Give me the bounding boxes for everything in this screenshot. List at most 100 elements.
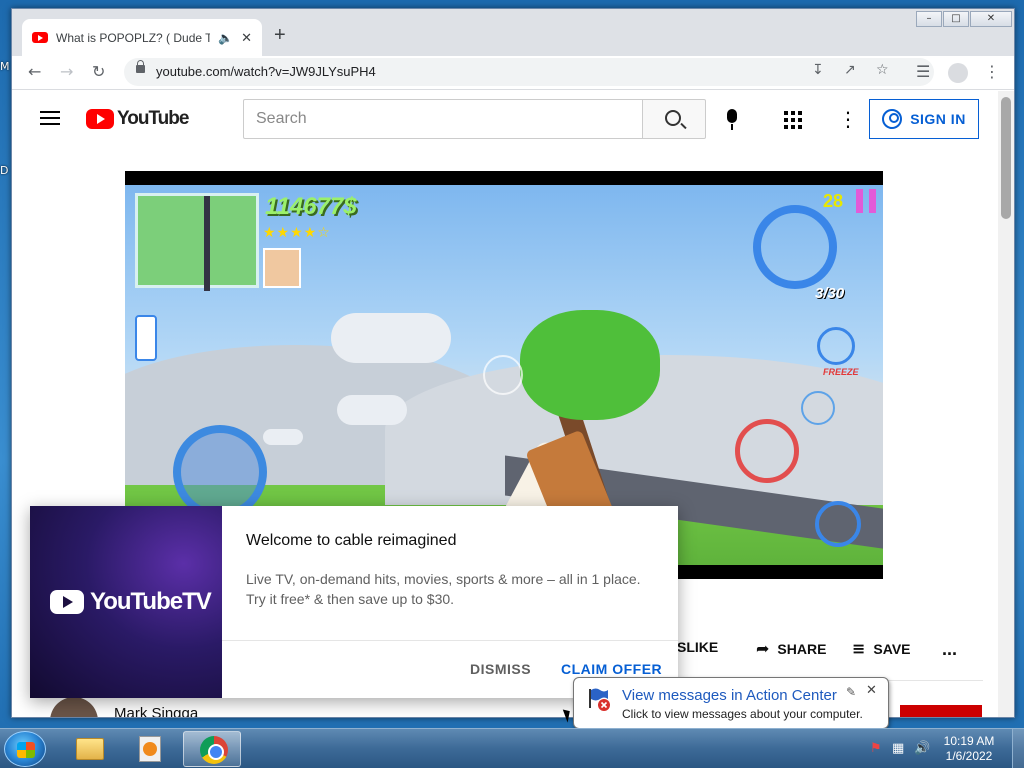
show-desktop-button[interactable] bbox=[1012, 729, 1024, 768]
lock-icon[interactable] bbox=[136, 60, 145, 73]
share-arrow-icon: ➦ bbox=[756, 639, 770, 658]
ammo-counter: 3/30 bbox=[815, 285, 845, 302]
profile-avatar-icon[interactable] bbox=[948, 63, 968, 83]
share-label: SHARE bbox=[777, 640, 827, 657]
notification-title[interactable]: View messages in Action Center bbox=[622, 687, 837, 704]
new-tab-button[interactable]: + bbox=[274, 25, 286, 45]
playlist-add-icon: ≡ bbox=[852, 639, 866, 658]
promo-artwork: YouTubeTV bbox=[30, 506, 222, 698]
aim-crosshair-icon[interactable] bbox=[801, 391, 835, 425]
share-page-icon[interactable]: ↗ bbox=[844, 62, 856, 78]
clock-time: 10:19 AM bbox=[943, 734, 995, 748]
money-counter: 114677$ bbox=[265, 193, 357, 220]
tree-canopy-shape bbox=[520, 310, 660, 420]
action-center-flag-icon bbox=[589, 688, 610, 711]
save-label: SAVE bbox=[873, 640, 911, 657]
pause-icon[interactable] bbox=[856, 189, 876, 213]
audio-playing-icon[interactable]: 🔈 bbox=[218, 31, 233, 45]
tab-close-icon[interactable]: ✕ bbox=[241, 30, 252, 46]
fire-button-icon[interactable] bbox=[735, 419, 799, 483]
youtube-play-icon bbox=[86, 109, 114, 129]
window-controls: – □ ✕ bbox=[916, 11, 1012, 27]
cloud-shape bbox=[263, 429, 303, 445]
action-center-tray-icon[interactable]: ⚑ bbox=[870, 741, 882, 756]
ammo-top-counter: 28 bbox=[823, 191, 844, 211]
search-icon bbox=[665, 110, 681, 126]
weapon-wheel-icon[interactable] bbox=[753, 205, 837, 289]
microphone-icon[interactable] bbox=[727, 109, 737, 130]
close-window-button[interactable]: ✕ bbox=[970, 11, 1012, 27]
taskbar-chrome[interactable] bbox=[183, 731, 241, 767]
taskbar-media-player[interactable] bbox=[121, 731, 179, 767]
promo-brand: YouTubeTV bbox=[90, 588, 212, 615]
address-bar[interactable]: youtube.com/watch?v=JW9JLYsuPH4 ↧ ↗ ☆ bbox=[124, 58, 934, 86]
start-button[interactable] bbox=[4, 731, 46, 767]
promo-body: Live TV, on-demand hits, movies, sports … bbox=[246, 571, 641, 607]
minimap bbox=[135, 193, 259, 291]
cloud-shape bbox=[337, 395, 407, 425]
url-text[interactable]: youtube.com/watch?v=JW9JLYsuPH4 bbox=[156, 64, 376, 79]
browser-tab[interactable]: What is POPOPLZ? ( Dude Th 🔈 ✕ bbox=[22, 19, 262, 56]
notification-close-icon[interactable]: ✕ bbox=[866, 683, 877, 698]
browser-toolbar: ← → ↻ youtube.com/watch?v=JW9JLYsuPH4 ↧ … bbox=[12, 56, 1014, 90]
logo-text: YouTube bbox=[117, 108, 189, 129]
install-app-icon[interactable]: ↧ bbox=[812, 62, 824, 78]
system-clock[interactable]: 10:19 AM 1/6/2022 bbox=[934, 734, 1004, 764]
media-player-icon bbox=[139, 736, 161, 762]
freeze-label: FREEZE bbox=[823, 367, 859, 377]
center-reticle-icon bbox=[483, 355, 523, 395]
volume-tray-icon[interactable]: 🔊 bbox=[914, 741, 930, 756]
chrome-icon bbox=[200, 736, 228, 764]
maximize-button[interactable]: □ bbox=[943, 11, 969, 27]
character-avatar bbox=[263, 248, 301, 288]
clock-date: 1/6/2022 bbox=[945, 749, 993, 763]
back-icon[interactable]: ← bbox=[28, 62, 41, 82]
youtube-favicon-icon bbox=[32, 32, 48, 43]
tab-title: What is POPOPLZ? ( Dude Th bbox=[56, 30, 211, 45]
youtube-header: YouTube ⋮ SIGN IN bbox=[12, 91, 998, 147]
minimize-button[interactable]: – bbox=[916, 11, 942, 27]
sign-in-label: SIGN IN bbox=[910, 111, 966, 127]
youtube-logo[interactable]: YouTube bbox=[86, 108, 189, 130]
more-actions-icon[interactable]: ... bbox=[942, 639, 957, 660]
user-circle-icon bbox=[882, 109, 903, 129]
share-button[interactable]: ➦ SHARE bbox=[756, 639, 826, 658]
reload-icon[interactable]: ↻ bbox=[92, 62, 105, 82]
notification-subtitle: Click to view messages about your comput… bbox=[622, 707, 863, 721]
search-input[interactable] bbox=[243, 99, 643, 139]
apps-grid-icon[interactable] bbox=[784, 111, 802, 129]
page-scrollbar[interactable] bbox=[998, 91, 1014, 717]
channel-name[interactable]: Mark Singga bbox=[114, 705, 198, 717]
phone-icon[interactable] bbox=[135, 315, 157, 361]
wanted-stars: ★★★★☆ bbox=[263, 225, 331, 241]
search-button[interactable] bbox=[642, 99, 706, 139]
folder-icon bbox=[76, 738, 104, 760]
freeze-clock-icon[interactable] bbox=[817, 327, 855, 365]
dismiss-button[interactable]: DISMISS bbox=[470, 661, 531, 677]
chrome-menu-icon[interactable]: ⋮ bbox=[984, 62, 1000, 82]
jump-button-icon[interactable] bbox=[815, 501, 861, 547]
cloud-shape bbox=[331, 313, 451, 363]
hamburger-menu-icon[interactable] bbox=[40, 111, 60, 125]
subscribe-button[interactable]: SUBSCRIBE bbox=[900, 705, 982, 717]
taskbar-explorer[interactable] bbox=[60, 731, 118, 767]
promo-heading: Welcome to cable reimagined bbox=[246, 532, 457, 549]
scrollbar-thumb[interactable] bbox=[1001, 97, 1011, 219]
save-button[interactable]: ≡ SAVE bbox=[852, 639, 911, 658]
claim-offer-button[interactable]: CLAIM OFFER bbox=[561, 661, 662, 677]
network-tray-icon[interactable]: ▦ bbox=[892, 741, 904, 756]
channel-avatar[interactable] bbox=[50, 697, 98, 717]
notification-pin-icon[interactable]: ✎ bbox=[846, 685, 856, 699]
movement-joystick-icon[interactable] bbox=[173, 425, 267, 519]
youtube-tv-promo-dialog: YouTubeTV Welcome to cable reimagined Li… bbox=[30, 506, 678, 698]
forward-icon[interactable]: → bbox=[60, 62, 73, 82]
title-bar: What is POPOPLZ? ( Dude Th 🔈 ✕ + – □ ✕ bbox=[12, 9, 1014, 56]
taskbar: ⚑ ▦ 🔊 10:19 AM 1/6/2022 bbox=[0, 728, 1024, 768]
divider bbox=[222, 640, 678, 641]
settings-menu-icon[interactable]: ⋮ bbox=[838, 109, 858, 129]
media-control-icon[interactable]: ☰ bbox=[916, 62, 930, 82]
bookmark-star-icon[interactable]: ☆ bbox=[876, 62, 889, 78]
sign-in-button[interactable]: SIGN IN bbox=[869, 99, 979, 139]
youtube-tv-logo-icon bbox=[50, 590, 84, 614]
action-center-notification[interactable]: View messages in Action Center Click to … bbox=[573, 677, 889, 742]
